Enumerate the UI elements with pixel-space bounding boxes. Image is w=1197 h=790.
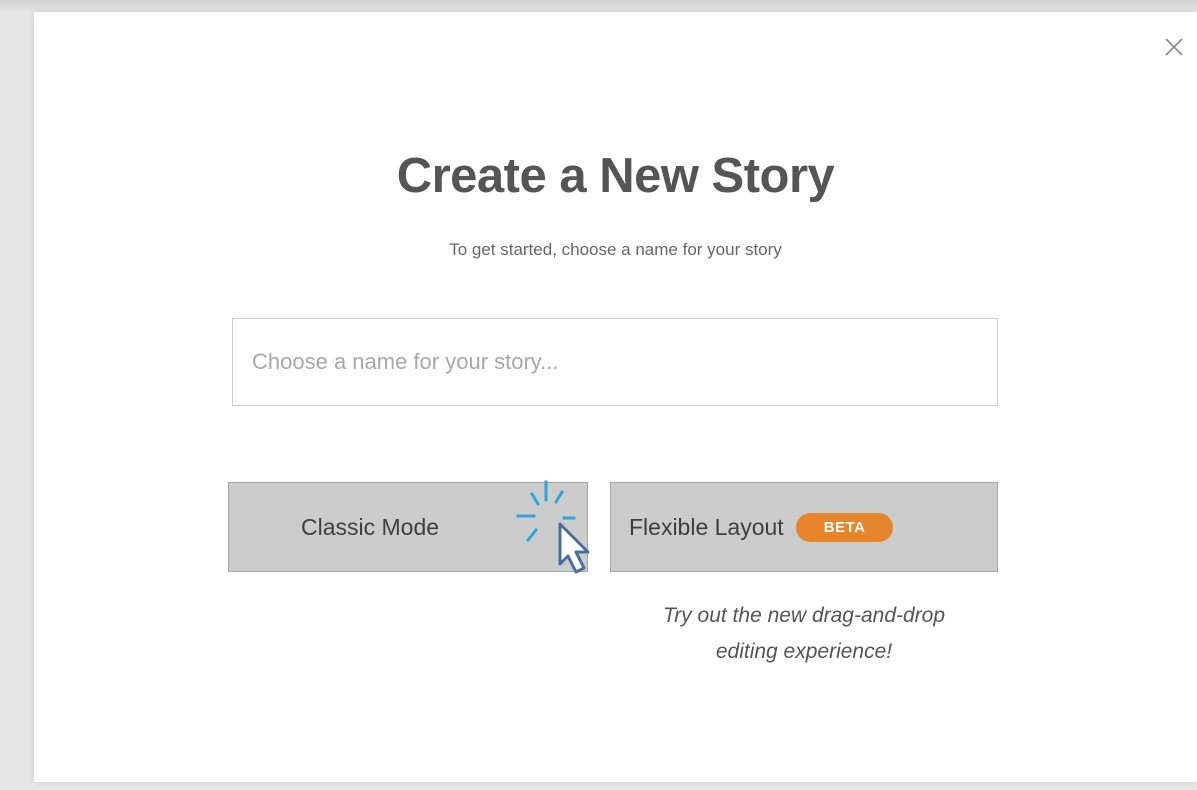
hint-line-2: editing experience! [715,640,893,663]
beta-badge: BETA [795,512,894,542]
close-button[interactable] [1159,32,1189,62]
story-name-input[interactable] [232,318,998,406]
hint-line-1: Try out the new drag-and-drop [662,604,946,627]
modal-title: Create a New Story [396,149,835,203]
flexible-layout-button[interactable]: Flexible Layout BETA [610,482,998,572]
flexible-layout-label: Flexible Layout [629,513,784,540]
classic-mode-button[interactable]: Classic Mode [228,482,588,572]
create-story-modal: Create a New Story To get started, choos… [34,12,1197,782]
flexible-layout-hint: Try out the new drag-and-drop editing ex… [594,598,1014,670]
modal-subtitle: To get started, choose a name for your s… [449,240,782,259]
close-icon [1165,38,1183,56]
top-shadow [0,0,1197,12]
button-gap [588,482,610,574]
classic-mode-label: Classic Mode [301,513,440,540]
